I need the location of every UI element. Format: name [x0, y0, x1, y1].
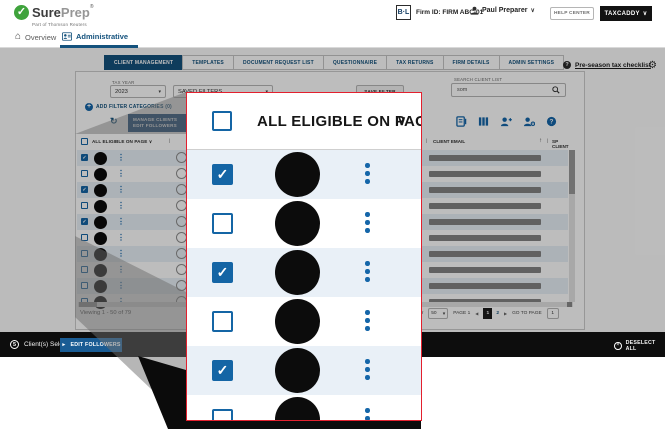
- row-menu-icon[interactable]: [365, 310, 370, 331]
- nav-item-administrative[interactable]: Administrative: [62, 32, 128, 41]
- taxcaddy-button[interactable]: TAXCADDY ∨: [600, 6, 652, 21]
- redacted-client-avatar: [275, 201, 320, 246]
- deselect-all-button[interactable]: × DESELECT ALL: [614, 340, 665, 352]
- logo-text-prep: Prep: [60, 5, 90, 20]
- row-menu-icon[interactable]: [365, 163, 370, 184]
- user-caret-icon: ∨: [530, 8, 535, 14]
- logo-text-sure: Sure: [32, 5, 61, 20]
- callout-select-all-checkbox[interactable]: [212, 111, 232, 131]
- callout-row-checkbox[interactable]: ✓: [212, 262, 233, 283]
- deselect-x-icon: ×: [614, 342, 622, 350]
- callout-caret-icon[interactable]: ∨: [397, 113, 407, 129]
- callout-row: ✓: [187, 346, 421, 395]
- home-icon: ⌂: [15, 31, 22, 42]
- nav-overview-label: Overview: [25, 32, 57, 42]
- zoom-callout: ALL ELIGIBLE ON PAGE ∨ ✓ ✓ ✓: [186, 92, 422, 421]
- callout-row-checkbox[interactable]: [212, 311, 233, 332]
- user-menu[interactable]: Paul Preparer ∨: [470, 6, 535, 15]
- deselect-all-label: DESELECT ALL: [625, 340, 656, 352]
- callout-rows: ✓ ✓ ✓: [187, 150, 421, 420]
- user-icon: [470, 6, 479, 15]
- taxcaddy-caret-icon: ∨: [642, 11, 648, 17]
- admin-badge-icon: [62, 32, 72, 41]
- row-menu-icon[interactable]: [365, 212, 370, 233]
- taxcaddy-label: TAXCADDY: [604, 10, 640, 17]
- callout-header: ALL ELIGIBLE ON PAGE ∨: [187, 93, 421, 150]
- sureprep-check-icon: ✓: [14, 5, 29, 20]
- user-name: Paul Preparer: [482, 7, 528, 14]
- bl-logo: B·L: [396, 5, 411, 20]
- logo-tagline: Part of Thomson Reuters: [32, 22, 87, 27]
- nav-administrative-label: Administrative: [76, 32, 129, 41]
- callout-row: [187, 199, 421, 248]
- selected-count-badge: 5: [10, 340, 19, 349]
- callout-row-checkbox[interactable]: ✓: [212, 164, 233, 185]
- help-center-button[interactable]: HELP CENTER: [550, 7, 594, 20]
- redacted-client-avatar: [275, 397, 320, 420]
- redacted-client-avatar: [275, 152, 320, 197]
- callout-row: [187, 395, 421, 420]
- callout-row: ✓: [187, 248, 421, 297]
- arrow-right-icon: ►: [61, 342, 67, 348]
- row-menu-icon[interactable]: [365, 359, 370, 380]
- callout-row-checkbox[interactable]: ✓: [212, 360, 233, 381]
- nav-item-overview[interactable]: ⌂ Overview: [15, 32, 56, 42]
- redacted-client-avatar: [275, 299, 320, 344]
- sureprep-app: ✓ SurePrep® Part of Thomson Reuters B·L …: [0, 0, 665, 435]
- logo-registered-mark: ®: [89, 4, 94, 10]
- callout-row-checkbox[interactable]: [212, 213, 233, 234]
- callout-row: [187, 297, 421, 346]
- sureprep-logo: ✓ SurePrep® Part of Thomson Reuters: [14, 4, 94, 27]
- redacted-client-avatar: [275, 348, 320, 393]
- callout-row-checkbox[interactable]: [212, 409, 233, 420]
- redacted-client-avatar: [275, 250, 320, 295]
- row-menu-icon[interactable]: [365, 408, 370, 420]
- app-header: ✓ SurePrep® Part of Thomson Reuters B·L …: [0, 0, 665, 28]
- callout-row: ✓: [187, 150, 421, 199]
- row-menu-icon[interactable]: [365, 261, 370, 282]
